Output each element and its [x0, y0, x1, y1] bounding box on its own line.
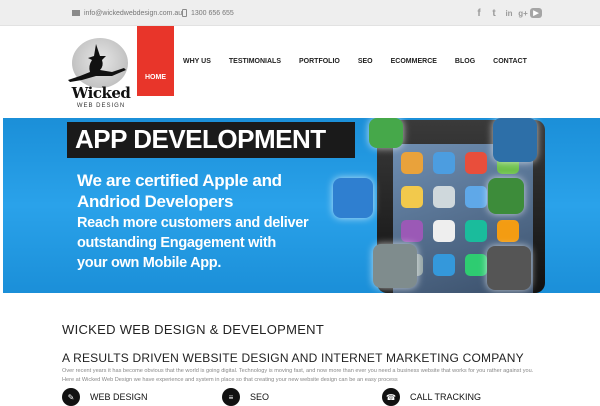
phone-icon [182, 9, 187, 17]
feature-label: SEO [250, 392, 270, 402]
nav-ecommerce[interactable]: ECOMMERCE [382, 26, 446, 96]
feature-label: CALL TRACKING [410, 392, 482, 402]
banner-line-5: your own Mobile App. [77, 255, 222, 271]
game-float-icon [488, 178, 524, 214]
app-icon [497, 220, 519, 242]
app-icon [433, 186, 455, 208]
nav-testimonials[interactable]: TESTIMONIALS [220, 26, 290, 96]
feature-seo[interactable]: ≡ SEO [222, 388, 269, 406]
feature-label: WEB DESIGN [90, 392, 148, 402]
nav-seo[interactable]: SEO [349, 26, 382, 96]
app-icon [465, 152, 487, 174]
nav-portfolio[interactable]: PORTFOLIO [290, 26, 349, 96]
feature-call-tracking[interactable]: ☎ CALL TRACKING [382, 388, 481, 406]
logo-wordmark: Wicked [71, 84, 131, 102]
messages-float-icon [369, 118, 403, 148]
phone-icon: ☎ [382, 388, 400, 406]
app-icon [401, 186, 423, 208]
top-bar: info@wickedwebdesign.com.au 1300 656 655… [0, 0, 600, 26]
layers-icon: ≡ [222, 388, 240, 406]
app-icon [433, 152, 455, 174]
speedometer-float-icon [487, 246, 531, 290]
facebook-icon[interactable]: f [472, 6, 486, 20]
page-title: WICKED WEB DESIGN & DEVELOPMENT [62, 322, 325, 337]
linkedin-icon[interactable]: in [502, 6, 516, 20]
feature-web-design[interactable]: ✎ WEB DESIGN [62, 388, 148, 406]
app-icon [401, 152, 423, 174]
app-icon [433, 254, 455, 276]
witch-icon [68, 44, 126, 82]
email-contact[interactable]: info@wickedwebdesign.com.au [72, 0, 182, 26]
banner-line-4: outstanding Engagement with [77, 235, 276, 251]
intro-paragraph: Over recent years it has become obvious … [62, 368, 534, 383]
site-header: Wicked WEB DESIGN HOME WHY US TESTIMONIA… [0, 26, 600, 116]
app-icon [465, 186, 487, 208]
nav-why-us[interactable]: WHY US [174, 26, 220, 96]
nav-blog[interactable]: BLOG [446, 26, 484, 96]
google-plus-icon[interactable]: g+ [516, 6, 530, 20]
banner-title: APP DEVELOPMENT [75, 124, 326, 154]
twitter-icon[interactable]: t [487, 6, 501, 20]
banner-line-2: Andriod Developers [77, 192, 234, 211]
envelope-icon [72, 10, 80, 16]
hero-banner[interactable]: APP DEVELOPMENT We are certified Apple a… [3, 118, 600, 293]
main-nav: HOME WHY US TESTIMONIALS PORTFOLIO SEO E… [137, 26, 536, 96]
email-text[interactable]: info@wickedwebdesign.com.au [84, 10, 182, 17]
nav-contact[interactable]: CONTACT [484, 26, 536, 96]
banner-line-1: We are certified Apple and [77, 171, 282, 190]
nav-home[interactable]: HOME [137, 26, 174, 96]
phone-text[interactable]: 1300 656 655 [191, 10, 234, 17]
app-icon [465, 220, 487, 242]
youtube-icon[interactable]: ▶ [530, 8, 542, 18]
page-subtitle: A RESULTS DRIVEN WEBSITE DESIGN AND INTE… [62, 351, 524, 365]
app-icon [401, 220, 423, 242]
phone-contact[interactable]: 1300 656 655 [182, 0, 234, 26]
stocks-float-icon [493, 118, 537, 162]
calculator-float-icon [373, 244, 417, 288]
app-icon [465, 254, 487, 276]
logo-subtitle: WEB DESIGN [76, 103, 126, 109]
pie-chart-float-icon [333, 178, 373, 218]
pen-icon: ✎ [62, 388, 80, 406]
site-logo[interactable]: Wicked WEB DESIGN [66, 36, 134, 114]
app-icon [433, 220, 455, 242]
banner-line-3: Reach more customers and deliver [77, 215, 309, 231]
